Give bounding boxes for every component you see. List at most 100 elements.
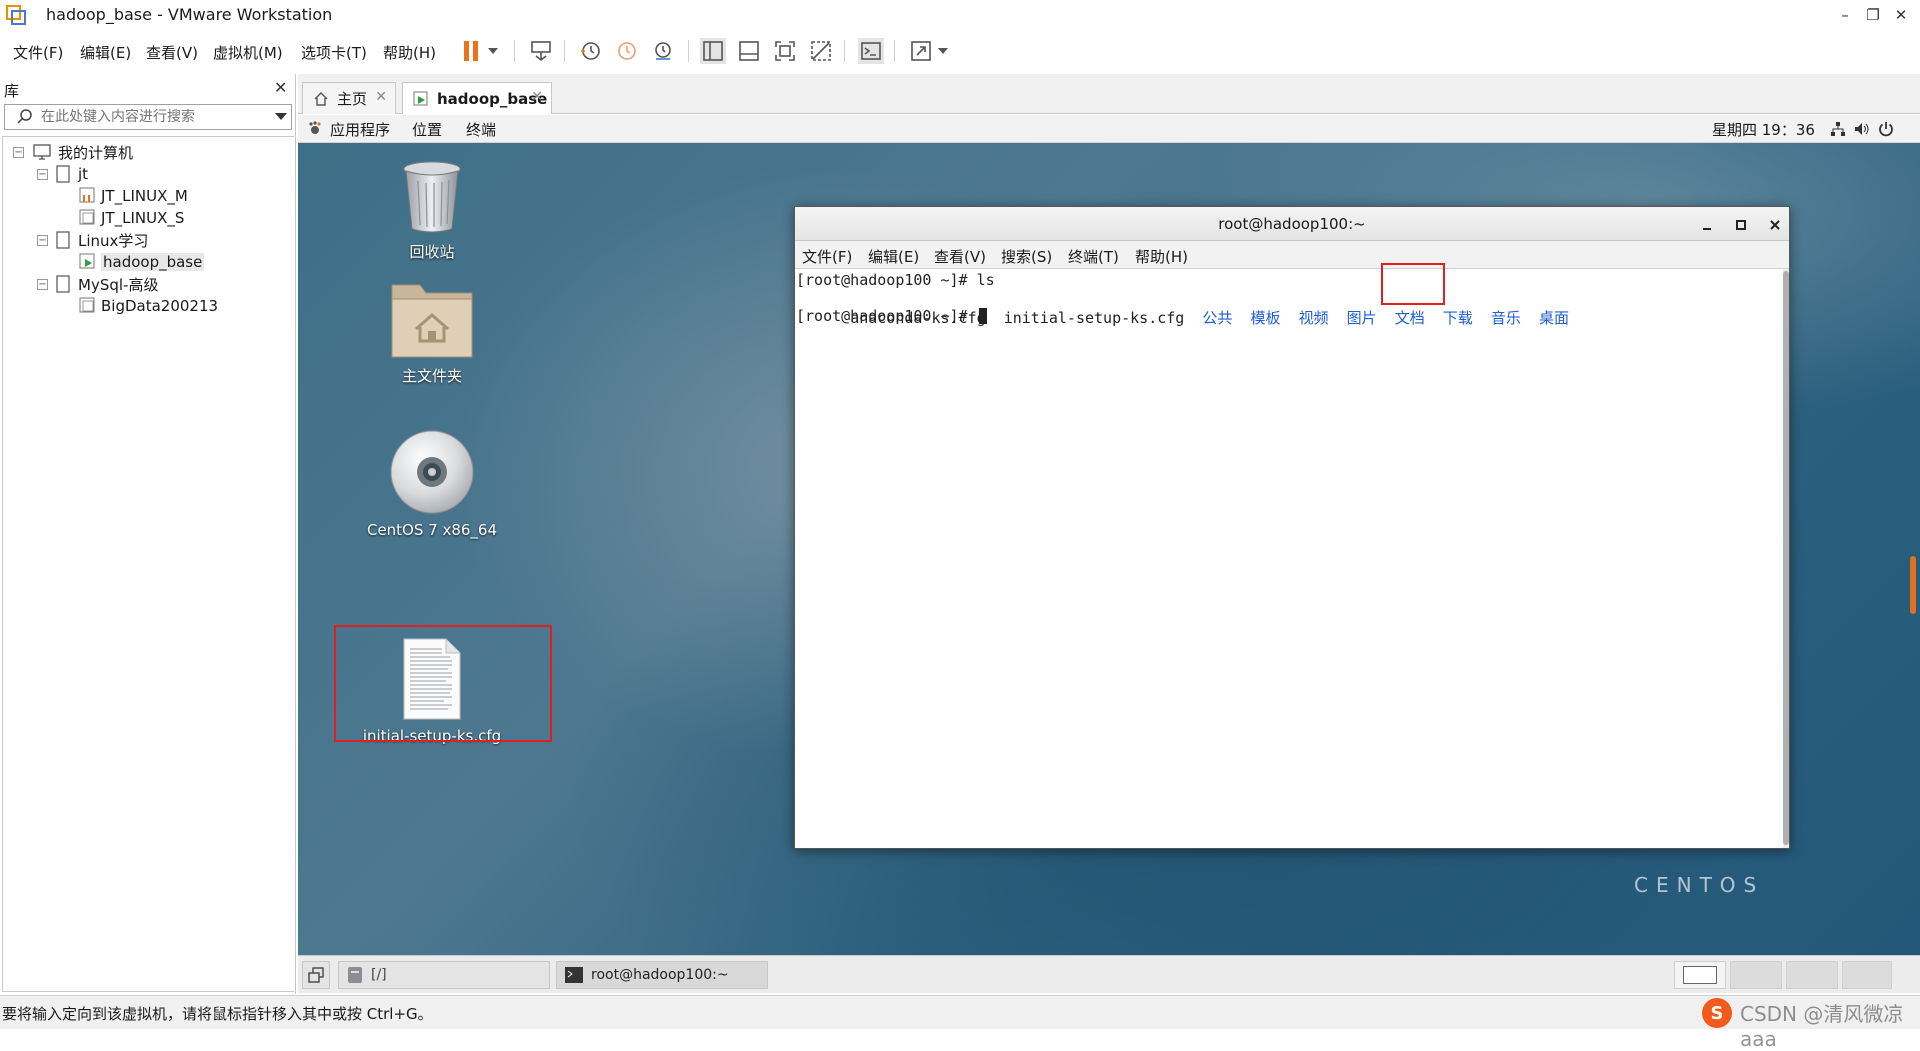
close-button[interactable]: ✕ [1886, 3, 1916, 27]
menu-edit[interactable]: 编辑(E) [80, 42, 131, 63]
revert-snapshot-icon[interactable] [614, 38, 640, 64]
terminal-menu-view[interactable]: 查看(V) [934, 246, 986, 267]
csdn-logo-icon: S [1700, 996, 1734, 1030]
home-icon [313, 91, 329, 107]
collapse-toggle[interactable]: − [13, 146, 24, 158]
places-menu[interactable]: 位置 [412, 119, 442, 140]
terminal-menu-file[interactable]: 文件(F) [802, 246, 852, 267]
gnome-foot-icon [308, 121, 322, 135]
watermark-text: CSDN @清风微凉 aaa [1740, 1002, 1904, 1051]
stretch-dropdown-icon[interactable] [936, 38, 950, 64]
tree-node-vm-bigdata[interactable]: BigData200213 [79, 295, 218, 317]
ls-dir: 视频 [1298, 309, 1329, 327]
library-search-input[interactable] [41, 107, 261, 127]
taskbar-terminal-label: root@hadoop100:~ [591, 967, 729, 983]
ls-dir: 公共 [1202, 309, 1233, 327]
tab-hadoop-base[interactable]: hadoop_base ✕ [402, 82, 552, 114]
terminal-scrollbar[interactable] [1783, 269, 1789, 848]
workspace-4[interactable] [1842, 961, 1892, 989]
applications-menu[interactable]: 应用程序 [330, 119, 390, 140]
tree-node-folder-linux[interactable]: − Linux学习 [37, 229, 148, 251]
terminal-menu-terminal[interactable]: 终端(T) [1068, 246, 1119, 267]
workspace-1[interactable] [1674, 961, 1726, 989]
snapshot-icon[interactable] [578, 38, 604, 64]
ls-dir: 音乐 [1490, 309, 1521, 327]
highlight-box-file [334, 625, 552, 742]
collapse-toggle[interactable]: − [37, 168, 48, 180]
tab-close-icon[interactable]: ✕ [375, 89, 387, 105]
terminal-window[interactable]: root@hadoop100:~ 文件(F) 编辑(E) 查看(V) 搜索(S)… [794, 206, 1790, 849]
library-view-icon[interactable] [700, 38, 726, 64]
terminal-maximize-icon[interactable] [1733, 217, 1749, 233]
terminal-minimize-icon[interactable] [1699, 217, 1715, 233]
stretch-guest-icon[interactable] [908, 38, 934, 64]
power-icon[interactable] [1878, 121, 1894, 137]
vm-tree: − 我的计算机 − jt JT_LINUX_M JT_LINUX_S − Lin… [2, 136, 294, 992]
library-title: 库 [4, 82, 20, 100]
guest-taskbar: [/] root@hadoop100:~ [298, 955, 1920, 993]
side-scroll-indicator [1910, 556, 1916, 614]
snapshot-manager-icon[interactable] [650, 38, 676, 64]
library-close-icon[interactable]: ✕ [274, 78, 287, 97]
menu-help[interactable]: 帮助(H) [383, 42, 436, 63]
tree-node-my-computer[interactable]: − 我的计算机 [13, 141, 133, 163]
chevron-down-icon[interactable] [486, 38, 500, 64]
vm-running-icon [79, 187, 95, 205]
ls-file: initial-setup-ks.cfg [1003, 309, 1185, 327]
vm-running-icon [413, 91, 429, 107]
fullscreen-icon[interactable] [772, 38, 798, 64]
volume-icon[interactable] [1854, 121, 1870, 137]
tree-node-vm-hadoop-base[interactable]: hadoop_base [79, 251, 205, 273]
folder-icon [56, 231, 72, 249]
pause-icon[interactable] [458, 38, 484, 64]
tree-node-vm-jt-linux-s[interactable]: JT_LINUX_S [79, 207, 184, 229]
search-dropdown-icon[interactable] [275, 113, 287, 120]
desktop-icon-trash[interactable]: 回收站 [352, 159, 512, 262]
computer-icon [32, 143, 52, 161]
terminal-menu-help[interactable]: 帮助(H) [1135, 246, 1188, 267]
show-desktop-icon[interactable] [302, 961, 330, 989]
highlight-box-desktop-dir [1381, 263, 1445, 305]
collapse-toggle[interactable]: − [37, 278, 48, 290]
tree-node-folder-jt[interactable]: − jt [37, 163, 88, 185]
disc-icon [389, 429, 475, 515]
scrollbar-thumb[interactable] [1783, 271, 1789, 845]
menu-file[interactable]: 文件(F) [13, 42, 63, 63]
thumbnail-view-icon[interactable] [736, 38, 762, 64]
menu-tabs[interactable]: 选项卡(T) [301, 42, 367, 63]
terminal-menu-edit[interactable]: 编辑(E) [868, 246, 919, 267]
terminal-titlebar[interactable]: root@hadoop100:~ [795, 207, 1789, 241]
tree-node-vm-jt-linux-m[interactable]: JT_LINUX_M [79, 185, 188, 207]
tab-home[interactable]: 主页 ✕ [302, 82, 396, 114]
terminal-menu[interactable]: 终端 [466, 119, 496, 140]
desktop-icon-dvd[interactable]: CentOS 7 x86_64 [352, 429, 512, 539]
terminal-output[interactable]: [root@hadoop100 ~]# ls anaconda-ks.cfg i… [795, 269, 1783, 848]
vmware-logo-icon [6, 5, 26, 25]
menu-view[interactable]: 查看(V) [146, 42, 198, 63]
terminal-menu-search[interactable]: 搜索(S) [1001, 246, 1052, 267]
taskbar-terminal[interactable]: root@hadoop100:~ [556, 961, 768, 989]
window-titlebar: hadoop_base - VMware Workstation – ❐ ✕ [0, 0, 1920, 30]
taskbar-file-manager[interactable]: [/] [338, 961, 550, 989]
clock[interactable]: 星期四 19：36 [1712, 119, 1815, 140]
collapse-toggle[interactable]: − [37, 234, 48, 246]
status-text: 要将输入定向到该虚拟机，请将鼠标指针移入其中或按 Ctrl+G。 [2, 1005, 433, 1023]
send-keys-icon[interactable] [528, 38, 554, 64]
centos-watermark: CENTOS [1634, 873, 1765, 897]
console-view-icon[interactable] [858, 38, 884, 64]
tree-node-folder-mysql[interactable]: − MySql-高级 [37, 273, 158, 295]
desktop-icon-home-folder[interactable]: 主文件夹 [352, 279, 512, 386]
gnome-top-bar: 应用程序 位置 终端 星期四 19：36 [298, 115, 1920, 143]
unity-mode-icon[interactable] [808, 38, 834, 64]
terminal-close-icon[interactable] [1767, 217, 1783, 233]
ls-dir: 模板 [1250, 309, 1281, 327]
workspace-3[interactable] [1786, 961, 1838, 989]
menu-vm[interactable]: 虚拟机(M) [213, 42, 283, 63]
trash-icon [400, 159, 464, 235]
network-icon[interactable] [1830, 121, 1846, 137]
restore-button[interactable]: ❐ [1858, 3, 1888, 27]
tab-close-icon[interactable]: ✕ [531, 89, 543, 105]
desktop-icon-label: CentOS 7 x86_64 [366, 521, 498, 539]
minimize-button[interactable]: – [1830, 3, 1860, 27]
workspace-2[interactable] [1730, 961, 1782, 989]
